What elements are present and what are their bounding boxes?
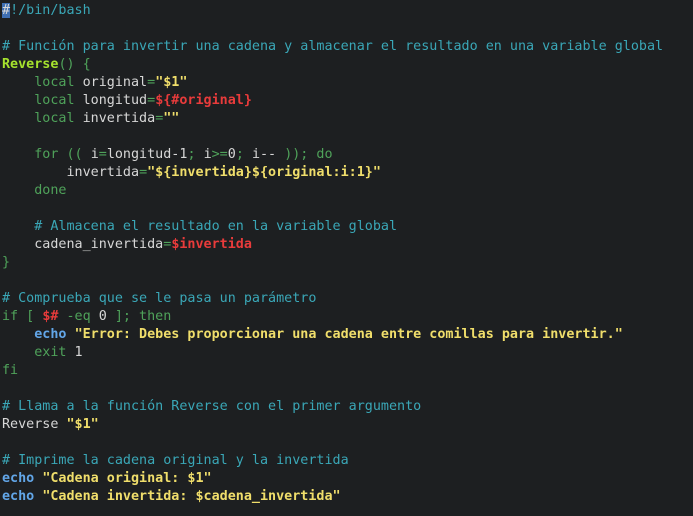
code-line[interactable]: fi xyxy=(2,362,18,380)
code-token-var: ${#original} xyxy=(155,93,252,108)
code-line[interactable]: echo "Cadena invertida: $cadena_invertid… xyxy=(2,488,341,506)
code-token-plain: 1 xyxy=(66,345,83,360)
code-token-echo: echo xyxy=(2,471,35,486)
code-token-plain: 0 xyxy=(227,147,236,162)
code-line[interactable]: invertida="${invertida}${original:i:1}" xyxy=(2,164,381,182)
code-token-comment: # Función para invertir una cadena y alm… xyxy=(2,39,664,54)
code-line[interactable]: local original="$1" xyxy=(2,74,187,92)
code-token-kw: local xyxy=(34,93,75,108)
code-token-kw: (( xyxy=(58,147,91,162)
code-token-str: "Cadena original: $1" xyxy=(42,471,212,486)
code-token-plain: original xyxy=(74,75,148,90)
code-token-kw: ; xyxy=(187,147,204,162)
code-line[interactable]: local invertida="" xyxy=(2,110,179,128)
code-line[interactable]: exit 1 xyxy=(2,344,83,362)
code-token-str: "Cadena invertida: $cadena_invertida" xyxy=(42,489,341,504)
code-line[interactable]: # Almacena el resultado en la variable g… xyxy=(2,218,397,236)
code-token-kw: () { xyxy=(58,57,91,72)
code-token-kw: if xyxy=(2,309,19,324)
code-token-comment: # Almacena el resultado en la variable g… xyxy=(34,219,398,234)
code-token-kw: for xyxy=(34,147,59,162)
code-token-plain: 0 xyxy=(98,309,107,324)
code-token-op: = xyxy=(147,75,156,90)
code-token-plain: i xyxy=(203,147,212,162)
code-token-plain: longitud xyxy=(74,93,148,108)
text-cursor: # xyxy=(2,3,11,18)
code-token-op: = xyxy=(147,93,156,108)
code-line[interactable]: cadena_invertida=$invertida xyxy=(2,236,252,254)
code-token-kw: exit xyxy=(34,345,67,360)
code-token-var: $# xyxy=(42,309,59,324)
code-token-fn: Reverse xyxy=(2,57,59,72)
code-token-str: "" xyxy=(163,111,180,126)
code-token-str: "${invertida}${original:i:1}" xyxy=(147,165,381,180)
code-token-kw: } xyxy=(2,255,11,270)
code-token-kw: [ xyxy=(18,309,43,324)
code-token-plain: i-- xyxy=(251,147,285,162)
code-token-str: "$1" xyxy=(155,75,188,90)
code-line[interactable]: if [ $# -eq 0 ]; then xyxy=(2,308,171,326)
code-token-echo: echo xyxy=(34,327,67,342)
code-token-op: >= xyxy=(211,147,228,162)
code-line[interactable]: done xyxy=(2,182,67,200)
code-token-kw: done xyxy=(34,183,67,198)
code-token-op: = xyxy=(139,165,148,180)
code-token-echo: echo xyxy=(2,489,35,504)
code-line[interactable]: echo "Error: Debes proporcionar una cade… xyxy=(2,326,623,344)
code-token-plain: cadena_invertida xyxy=(2,237,164,252)
code-line[interactable]: echo "Cadena original: $1" xyxy=(2,470,212,488)
code-line[interactable]: # Comprueba que se le pasa un parámetro xyxy=(2,290,316,308)
code-line[interactable]: #!/bin/bash xyxy=(2,2,91,20)
code-token-plain: invertida xyxy=(2,165,140,180)
code-token-comment: # Imprime la cadena original y la invert… xyxy=(2,453,349,468)
code-token-plain: invertida xyxy=(74,111,156,126)
code-token-kw: -eq xyxy=(58,309,99,324)
code-token-comment: # Comprueba que se le pasa un parámetro xyxy=(2,291,317,306)
code-line[interactable]: # Imprime la cadena original y la invert… xyxy=(2,452,349,470)
code-token-comment: # Llama a la función Reverse con el prim… xyxy=(2,399,422,414)
code-token-plain: i xyxy=(90,147,99,162)
code-line[interactable]: # Función para invertir una cadena y alm… xyxy=(2,38,663,56)
code-token-str: "Error: Debes proporcionar una cadena en… xyxy=(74,327,623,342)
code-line[interactable]: } xyxy=(2,254,10,272)
code-token-str: "$1" xyxy=(66,417,99,432)
code-token-plain: Reverse xyxy=(2,417,67,432)
code-token-comment: !/bin/bash xyxy=(10,3,91,18)
code-line[interactable]: local longitud=${#original} xyxy=(2,92,252,110)
code-token-kw: )); do xyxy=(284,147,333,162)
code-token-kw: ; xyxy=(235,147,252,162)
code-token-kw: ]; then xyxy=(106,309,172,324)
code-token-kw: fi xyxy=(2,363,19,378)
code-token-kw: local xyxy=(34,111,75,126)
code-token-kw: local xyxy=(34,75,75,90)
code-line[interactable]: Reverse "$1" xyxy=(2,416,99,434)
code-token-op: = xyxy=(98,147,107,162)
code-line[interactable]: for (( i=longitud-1; i>=0; i-- )); do xyxy=(2,146,333,164)
code-token-var: $invertida xyxy=(171,237,252,252)
code-line[interactable]: # Llama a la función Reverse con el prim… xyxy=(2,398,421,416)
code-token-plain: longitud-1 xyxy=(106,147,188,162)
code-editor[interactable]: #!/bin/bash # Función para invertir una c… xyxy=(0,0,693,516)
code-line[interactable]: Reverse() { xyxy=(2,56,91,74)
